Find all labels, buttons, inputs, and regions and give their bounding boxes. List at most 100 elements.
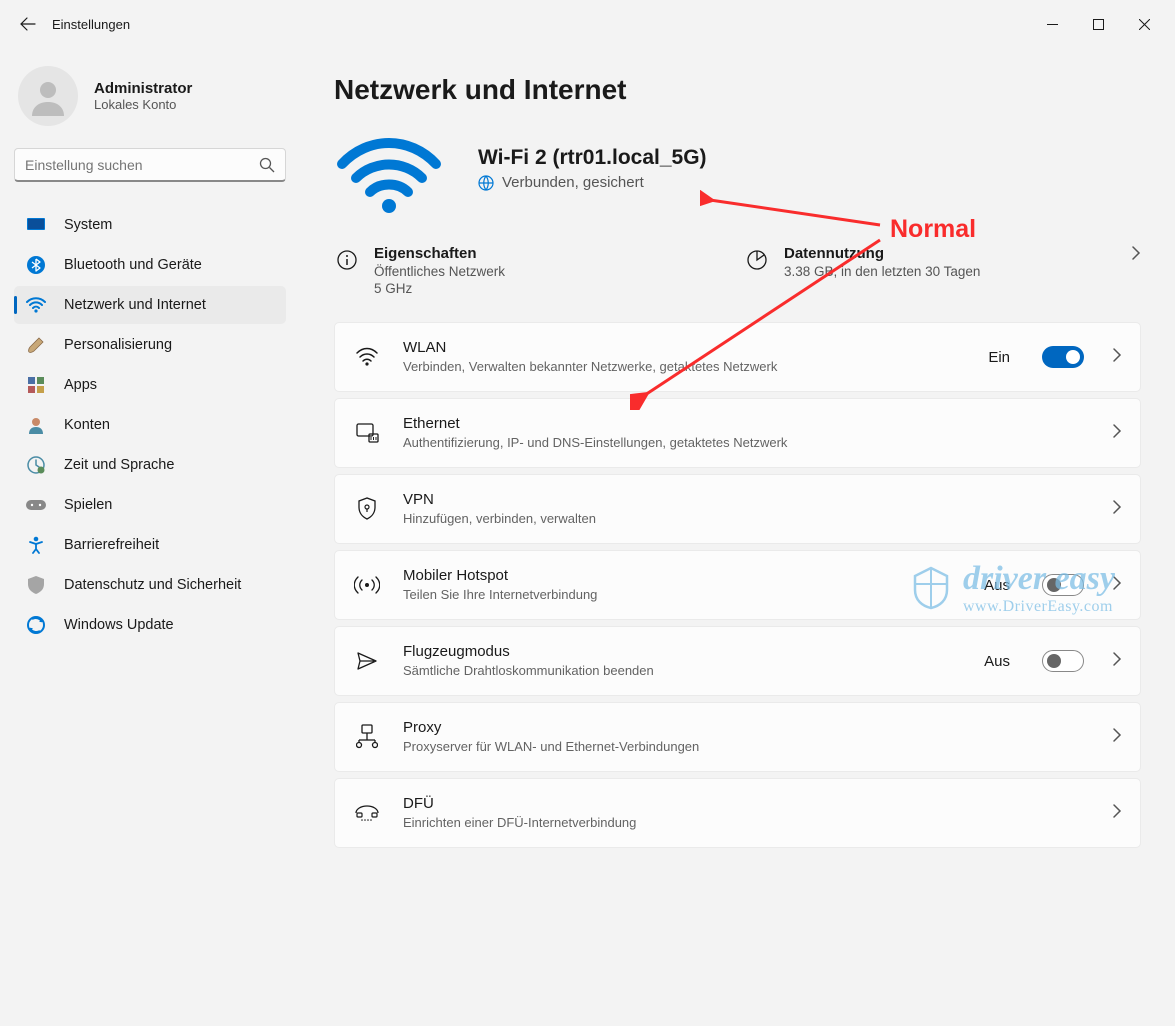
search-box[interactable] xyxy=(14,148,286,182)
sidebar-item-gaming[interactable]: Spielen xyxy=(14,486,286,524)
sidebar-item-label: Spielen xyxy=(64,497,112,513)
chevron-right-icon xyxy=(1131,245,1141,266)
minimize-icon xyxy=(1047,19,1058,30)
maximize-icon xyxy=(1093,19,1104,30)
arrow-left-icon xyxy=(20,16,36,32)
sidebar-item-label: Konten xyxy=(64,417,110,433)
maximize-button[interactable] xyxy=(1075,8,1121,40)
accessibility-icon xyxy=(26,535,46,555)
user-name: Administrator xyxy=(94,80,192,97)
bluetooth-icon xyxy=(26,255,46,275)
wlan-toggle[interactable] xyxy=(1042,346,1084,368)
card-subtitle: Authentifizierung, IP- und DNS-Einstellu… xyxy=(403,434,1084,452)
sidebar-item-label: Barrierefreiheit xyxy=(64,537,159,553)
dialup-icon xyxy=(353,799,381,827)
properties-line2: 5 GHz xyxy=(374,281,505,296)
apps-icon xyxy=(26,375,46,395)
sidebar-item-accounts[interactable]: Konten xyxy=(14,406,286,444)
wifi-large-icon xyxy=(334,134,444,219)
airplane-state-label: Aus xyxy=(984,653,1010,670)
hotspot-toggle[interactable] xyxy=(1042,574,1084,596)
card-subtitle: Verbinden, Verwalten bekannter Netzwerke… xyxy=(403,358,966,376)
close-button[interactable] xyxy=(1121,8,1167,40)
card-subtitle: Einrichten einer DFÜ-Internetverbindung xyxy=(403,814,1084,832)
sidebar-item-label: Bluetooth und Geräte xyxy=(64,257,202,273)
sidebar-item-windows-update[interactable]: Windows Update xyxy=(14,606,286,644)
card-subtitle: Hinzufügen, verbinden, verwalten xyxy=(403,510,1084,528)
card-subtitle: Proxyserver für WLAN- und Ethernet-Verbi… xyxy=(403,738,1084,756)
sidebar-item-label: Netzwerk und Internet xyxy=(64,297,206,313)
airplane-toggle[interactable] xyxy=(1042,650,1084,672)
monitor-icon xyxy=(26,215,46,235)
close-icon xyxy=(1139,19,1150,30)
card-wlan[interactable]: WLAN Verbinden, Verwalten bekannter Netz… xyxy=(334,322,1141,392)
card-title: Mobiler Hotspot xyxy=(403,567,962,584)
update-icon xyxy=(26,615,46,635)
card-title: Ethernet xyxy=(403,415,1084,432)
usage-line1: 3.38 GB, in den letzten 30 Tagen xyxy=(784,264,980,279)
properties-title: Eigenschaften xyxy=(374,245,505,262)
sidebar-item-label: Datenschutz und Sicherheit xyxy=(64,577,241,593)
person-icon xyxy=(28,76,68,116)
window-controls xyxy=(1029,8,1167,40)
chevron-right-icon xyxy=(1112,803,1122,824)
chevron-right-icon xyxy=(1112,499,1122,520)
card-proxy[interactable]: Proxy Proxyserver für WLAN- und Ethernet… xyxy=(334,702,1141,772)
chevron-right-icon xyxy=(1112,651,1122,672)
sidebar-item-apps[interactable]: Apps xyxy=(14,366,286,404)
sidebar-item-network[interactable]: Netzwerk und Internet xyxy=(14,286,286,324)
nav-list: System Bluetooth und Geräte Netzwerk und… xyxy=(14,206,286,644)
sidebar-item-label: Personalisierung xyxy=(64,337,172,353)
card-vpn[interactable]: VPN Hinzufügen, verbinden, verwalten xyxy=(334,474,1141,544)
back-button[interactable] xyxy=(8,16,48,32)
sidebar-item-bluetooth[interactable]: Bluetooth und Geräte xyxy=(14,246,286,284)
card-airplane[interactable]: Flugzeugmodus Sämtliche Drahtloskommunik… xyxy=(334,626,1141,696)
hotspot-state-label: Aus xyxy=(984,577,1010,594)
chevron-right-icon xyxy=(1112,575,1122,596)
clock-globe-icon xyxy=(26,455,46,475)
search-input[interactable] xyxy=(25,157,259,173)
titlebar: Einstellungen xyxy=(0,0,1175,48)
hotspot-icon xyxy=(353,571,381,599)
sidebar-item-personalization[interactable]: Personalisierung xyxy=(14,326,286,364)
sidebar-item-accessibility[interactable]: Barrierefreiheit xyxy=(14,526,286,564)
properties-line1: Öffentliches Netzwerk xyxy=(374,264,505,279)
globe-icon xyxy=(478,175,494,191)
content-area: Netzwerk und Internet Wi-Fi 2 (rtr01.loc… xyxy=(300,48,1175,1026)
connection-status: Verbunden, gesichert xyxy=(478,174,707,191)
card-title: Proxy xyxy=(403,719,1084,736)
minimize-button[interactable] xyxy=(1029,8,1075,40)
brush-icon xyxy=(26,335,46,355)
card-hotspot[interactable]: Mobiler Hotspot Teilen Sie Ihre Internet… xyxy=(334,550,1141,620)
avatar xyxy=(18,66,78,126)
sidebar-item-label: Windows Update xyxy=(64,617,174,633)
card-ethernet[interactable]: Ethernet Authentifizierung, IP- und DNS-… xyxy=(334,398,1141,468)
shield-icon xyxy=(26,575,46,595)
card-dfu[interactable]: DFÜ Einrichten einer DFÜ-Internetverbind… xyxy=(334,778,1141,848)
sidebar: Administrator Lokales Konto System Bluet… xyxy=(0,48,300,1026)
gamepad-icon xyxy=(26,495,46,515)
wifi-icon xyxy=(353,343,381,371)
sidebar-item-label: Apps xyxy=(64,377,97,393)
sidebar-item-system[interactable]: System xyxy=(14,206,286,244)
sidebar-item-label: System xyxy=(64,217,112,233)
sidebar-item-privacy[interactable]: Datenschutz und Sicherheit xyxy=(14,566,286,604)
connection-name: Wi-Fi 2 (rtr01.local_5G) xyxy=(478,146,707,170)
info-icon xyxy=(334,247,360,273)
info-row[interactable]: Eigenschaften Öffentliches Netzwerk 5 GH… xyxy=(334,241,1141,300)
user-block[interactable]: Administrator Lokales Konto xyxy=(14,48,286,148)
wifi-icon xyxy=(26,295,46,315)
sidebar-item-time-language[interactable]: Zeit und Sprache xyxy=(14,446,286,484)
vpn-shield-icon xyxy=(353,495,381,523)
page-title: Netzwerk und Internet xyxy=(334,74,1141,106)
card-subtitle: Teilen Sie Ihre Internetverbindung xyxy=(403,586,962,604)
proxy-icon xyxy=(353,723,381,751)
card-title: VPN xyxy=(403,491,1084,508)
sidebar-item-label: Zeit und Sprache xyxy=(64,457,174,473)
user-subtitle: Lokales Konto xyxy=(94,97,192,112)
search-icon xyxy=(259,157,275,173)
card-title: Flugzeugmodus xyxy=(403,643,962,660)
card-title: DFÜ xyxy=(403,795,1084,812)
card-title: WLAN xyxy=(403,339,966,356)
connection-status-text: Verbunden, gesichert xyxy=(502,174,644,191)
